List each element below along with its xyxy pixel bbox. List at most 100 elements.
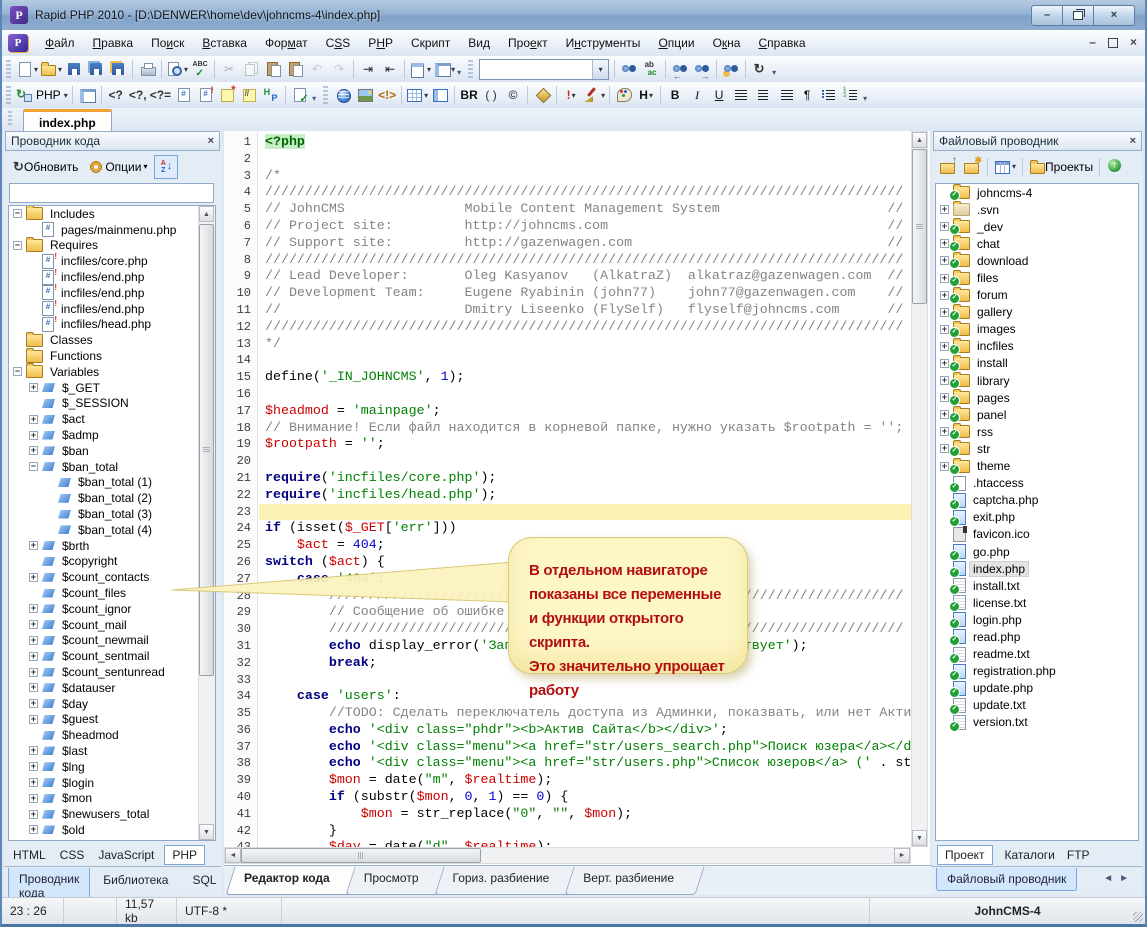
tree-item-folder[interactable]: Classes (9, 332, 215, 348)
redo-button[interactable]: ↷ (328, 58, 350, 80)
align-left-button[interactable] (730, 84, 752, 106)
tree-item-variable[interactable]: +$login (9, 775, 215, 791)
insert-image-button[interactable] (354, 84, 376, 106)
scroll-down-arrow[interactable]: ▼ (199, 824, 214, 840)
tree-item-folder[interactable]: −Requires (9, 238, 215, 254)
file-tree-item[interactable]: ✓read.php (936, 628, 1138, 645)
new-folder-button[interactable] (960, 156, 984, 178)
find-next-button[interactable] (691, 58, 713, 80)
search-combobox[interactable]: ▾ (479, 59, 609, 80)
tree-item-folder[interactable]: Functions (9, 348, 215, 364)
window-split-button[interactable]: ▾ (432, 58, 456, 80)
numbered-list-button[interactable] (840, 84, 862, 106)
lang-tab-javascript[interactable]: JavaScript (98, 848, 154, 862)
file-tree-item[interactable]: ✓license.txt (936, 594, 1138, 611)
expand-icon[interactable]: + (940, 325, 949, 334)
minimize-button[interactable]: – (1031, 5, 1063, 26)
file-tree-item[interactable]: ✓index.php (936, 560, 1138, 577)
php-open-tag-nl-button[interactable]: <?, (127, 84, 149, 106)
menu-item-инструменты[interactable]: Инструменты (557, 32, 650, 54)
tree-item-variable[interactable]: +$old (9, 822, 215, 838)
code-explorer-filter-input[interactable] (10, 184, 213, 202)
browser-refresh-button[interactable] (749, 58, 771, 80)
tree-item-variable[interactable]: +$mon (9, 790, 215, 806)
comment-lines-button[interactable] (238, 84, 260, 106)
tree-item-variable[interactable]: +$count_newmail (9, 633, 215, 649)
indent-button[interactable]: ⇥ (357, 58, 379, 80)
insert-frames-button[interactable] (429, 84, 451, 106)
expand-icon[interactable]: + (29, 699, 38, 708)
file-tree-item[interactable]: +✓forum (936, 287, 1138, 304)
spell-check-button[interactable] (189, 58, 211, 80)
tree-item-variable[interactable]: +$last (9, 743, 215, 759)
file-tree-item[interactable]: +✓install (936, 355, 1138, 372)
copy-button[interactable] (240, 58, 262, 80)
align-center-button[interactable] (752, 84, 774, 106)
expand-icon[interactable]: + (29, 652, 38, 661)
tree-item-variable[interactable]: +$count_mail (9, 617, 215, 633)
expand-icon[interactable]: + (29, 415, 38, 424)
expand-icon[interactable]: + (29, 778, 38, 787)
save-as-button[interactable] (107, 58, 129, 80)
comment-note-button[interactable] (216, 84, 238, 106)
toolbar-overflow-button[interactable]: ▾ (772, 68, 776, 77)
menu-item-php[interactable]: PHP (359, 32, 402, 54)
collapse-icon[interactable]: − (13, 209, 22, 218)
expand-icon[interactable]: + (940, 256, 949, 265)
file-tree-item[interactable]: ✓update.txt (936, 697, 1138, 714)
cut-button[interactable]: ✂ (218, 58, 240, 80)
scroll-down-arrow[interactable]: ▼ (912, 830, 927, 846)
align-right-button[interactable] (774, 84, 796, 106)
mdi-close-button[interactable]: × (1130, 36, 1137, 48)
file-tree-item[interactable]: ✓.htaccess (936, 475, 1138, 492)
menu-item-опции[interactable]: Опции (649, 32, 703, 54)
insert-br-button[interactable]: BR (458, 84, 480, 106)
expand-icon[interactable]: + (940, 291, 949, 300)
insert-nbsp-button[interactable]: ( ) (480, 84, 502, 106)
expand-icon[interactable]: + (940, 462, 949, 471)
php-block-alt-button[interactable] (194, 84, 216, 106)
view-mode-button[interactable]: ▾ (991, 156, 1019, 178)
tree-item-variable[interactable]: −$ban_total (9, 459, 215, 475)
file-tree-item[interactable]: +✓files (936, 269, 1138, 286)
outdent-button[interactable]: ⇤ (379, 58, 401, 80)
open-file-button[interactable]: ▾ (39, 58, 63, 80)
file-tree-item[interactable]: +✓theme (936, 458, 1138, 475)
expand-icon[interactable]: + (940, 342, 949, 351)
new-file-button[interactable]: ▾ (15, 58, 39, 80)
code-text[interactable]: <?php /*////////////////////////////////… (259, 131, 911, 847)
paragraph-button[interactable]: ¶ (796, 84, 818, 106)
file-tree-item[interactable]: ✓readme.txt (936, 646, 1138, 663)
file-tree-item[interactable]: ✓update.php (936, 680, 1138, 697)
scroll-up-arrow[interactable]: ▲ (199, 206, 214, 222)
file-tree-item[interactable]: ✓registration.php (936, 663, 1138, 680)
file-tree-item[interactable]: +✓images (936, 321, 1138, 338)
replace-button[interactable] (640, 58, 662, 80)
expand-icon[interactable]: + (940, 410, 949, 419)
tree-item-variable[interactable]: $headmod (9, 727, 215, 743)
search-input[interactable] (480, 60, 592, 79)
heading-button[interactable]: H▾ (635, 84, 657, 106)
php-open-tag-button[interactable]: <? (105, 84, 127, 106)
insert-table-button[interactable]: ▾ (405, 84, 429, 106)
bullet-list-button[interactable] (818, 84, 840, 106)
php-block-button[interactable] (172, 84, 194, 106)
scrollbar-thumb[interactable] (912, 149, 927, 304)
view-tab-просмотр[interactable]: Просмотр (350, 866, 439, 895)
tab-scroll-arrows[interactable]: ◄► (1103, 868, 1135, 884)
tree-item-variable[interactable]: +$datauser (9, 680, 215, 696)
project-tab-ftp[interactable]: FTP (1067, 848, 1090, 862)
collapse-icon[interactable]: − (13, 367, 22, 376)
insert-copyright-button[interactable]: © (502, 84, 524, 106)
find-button[interactable] (618, 58, 640, 80)
menu-item-справка[interactable]: Справка (749, 32, 814, 54)
editor-vertical-scrollbar[interactable]: ▲ ▼ (911, 131, 928, 847)
window-layout-button[interactable]: ▾ (408, 58, 432, 80)
tree-item-variable[interactable]: +$newusers_total (9, 806, 215, 822)
menu-item-вид[interactable]: Вид (459, 32, 499, 54)
file-tree-item[interactable]: +✓rss (936, 423, 1138, 440)
tree-item-variable[interactable]: +$ban (9, 443, 215, 459)
project-tab-каталоги[interactable]: Каталоги (1005, 848, 1055, 862)
tab-index-php[interactable]: index.php (23, 109, 112, 133)
view-tab-гориз-разбиение[interactable]: Гориз. разбиение (439, 866, 570, 895)
